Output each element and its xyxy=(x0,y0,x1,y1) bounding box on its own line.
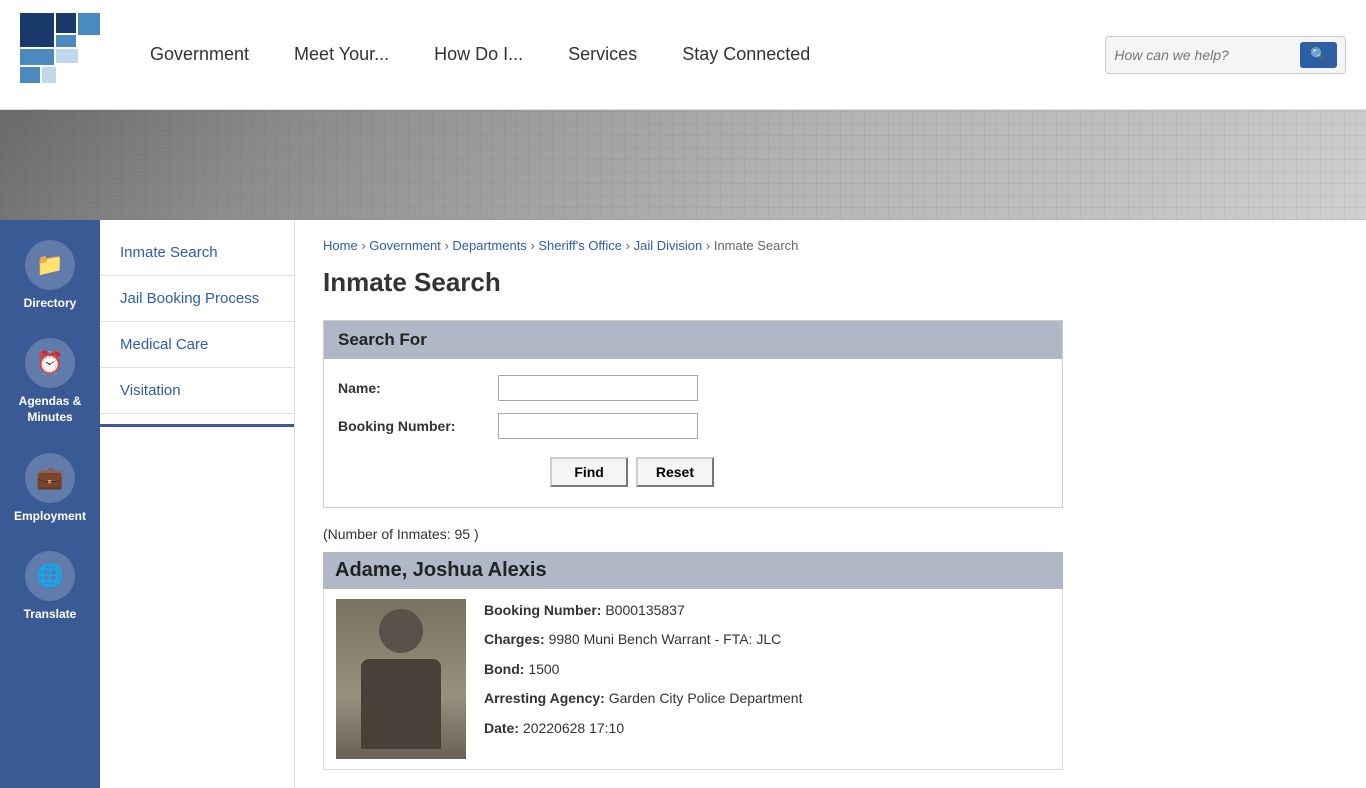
charges-label: Charges: xyxy=(484,631,545,647)
bond-label: Bond: xyxy=(484,661,524,677)
logo-svg xyxy=(20,13,100,93)
directory-icon-circle: 📁 xyxy=(25,240,75,290)
booking-input[interactable] xyxy=(498,413,698,439)
breadcrumb-sep-4: › xyxy=(626,238,634,253)
employment-label: Employment xyxy=(14,509,86,523)
header-search-input[interactable] xyxy=(1114,47,1294,63)
nav-meet-your[interactable]: Meet Your... xyxy=(294,44,389,65)
inmate-count: (Number of Inmates: 95 ) xyxy=(323,526,1338,542)
form-buttons: Find Reset xyxy=(338,451,714,491)
header: Government Meet Your... How Do I... Serv… xyxy=(0,0,1366,110)
date-row: Date: 20220628 17:10 xyxy=(484,717,1050,739)
directory-label: Directory xyxy=(24,296,77,310)
nav-services[interactable]: Services xyxy=(568,44,637,65)
nav-stay-connected[interactable]: Stay Connected xyxy=(682,44,810,65)
inmate-result: Adame, Joshua Alexis Booking Number: B00… xyxy=(323,552,1063,770)
nav-government[interactable]: Government xyxy=(150,44,249,65)
inmate-body: Booking Number: B000135837 Charges: 9980… xyxy=(323,589,1063,770)
breadcrumb-departments[interactable]: Departments xyxy=(452,238,526,253)
name-label: Name: xyxy=(338,380,498,396)
search-icon: 🔍 xyxy=(1310,47,1327,62)
inmate-details: Booking Number: B000135837 Charges: 9980… xyxy=(484,599,1050,759)
logo[interactable] xyxy=(20,13,100,96)
translate-label: Translate xyxy=(24,607,77,621)
breadcrumb-home[interactable]: Home xyxy=(323,238,358,253)
bond-value: 1500 xyxy=(528,661,559,677)
booking-number-row: Booking Number: B000135837 xyxy=(484,599,1050,621)
icon-sidebar: 📁 Directory ⏰ Agendas & Minutes 💼 Employ… xyxy=(0,220,100,788)
main-container: 📁 Directory ⏰ Agendas & Minutes 💼 Employ… xyxy=(0,220,1366,788)
breadcrumb-government[interactable]: Government xyxy=(369,238,441,253)
charges-row: Charges: 9980 Muni Bench Warrant - FTA: … xyxy=(484,628,1050,650)
breadcrumb-sep-5: › xyxy=(706,238,714,253)
find-button[interactable]: Find xyxy=(550,457,628,487)
nav-jail-booking[interactable]: Jail Booking Process xyxy=(100,276,294,322)
globe-icon: 🌐 xyxy=(36,563,63,589)
reset-button[interactable]: Reset xyxy=(636,457,714,487)
sidebar-item-directory[interactable]: 📁 Directory xyxy=(0,226,100,324)
header-search-button[interactable]: 🔍 xyxy=(1300,42,1337,68)
arresting-agency-label: Arresting Agency: xyxy=(484,690,605,706)
hero-banner xyxy=(0,110,1366,220)
agendas-label: Agendas & Minutes xyxy=(6,394,94,425)
breadcrumb-jail-division[interactable]: Jail Division xyxy=(634,238,703,253)
sidebar-item-employment[interactable]: 💼 Employment xyxy=(0,439,100,537)
breadcrumb: Home › Government › Departments › Sherif… xyxy=(323,238,1338,253)
breadcrumb-sheriffs-office[interactable]: Sheriff's Office xyxy=(538,238,622,253)
booking-number-value: B000135837 xyxy=(605,602,684,618)
agendas-icon-circle: ⏰ xyxy=(25,338,75,388)
search-form-header: Search For xyxy=(324,321,1062,359)
breadcrumb-current: Inmate Search xyxy=(714,238,799,253)
date-label: Date: xyxy=(484,720,519,736)
booking-row: Booking Number: xyxy=(338,413,1048,439)
folder-icon: 📁 xyxy=(36,252,63,278)
nav-sidebar: Inmate Search Jail Booking Process Medic… xyxy=(100,220,295,788)
content-area: Home › Government › Departments › Sherif… xyxy=(295,220,1366,788)
name-input[interactable] xyxy=(498,375,698,401)
sidebar-item-translate[interactable]: 🌐 Translate xyxy=(0,537,100,635)
arresting-agency-value: Garden City Police Department xyxy=(609,690,803,706)
clock-icon: ⏰ xyxy=(36,350,63,376)
charges-value: 9980 Muni Bench Warrant - FTA: JLC xyxy=(549,631,782,647)
sidebar-item-agendas[interactable]: ⏰ Agendas & Minutes xyxy=(0,324,100,439)
nav-visitation[interactable]: Visitation xyxy=(100,368,294,414)
main-nav: Government Meet Your... How Do I... Serv… xyxy=(150,44,1085,65)
booking-label: Booking Number: xyxy=(338,418,498,434)
nav-sidebar-divider xyxy=(100,424,294,427)
nav-medical-care[interactable]: Medical Care xyxy=(100,322,294,368)
date-value: 20220628 17:10 xyxy=(523,720,624,736)
inmate-header: Adame, Joshua Alexis xyxy=(323,552,1063,589)
search-form-body: Name: Booking Number: Find Reset xyxy=(324,359,1062,507)
booking-number-label: Booking Number: xyxy=(484,602,601,618)
translate-icon-circle: 🌐 xyxy=(25,551,75,601)
name-row: Name: xyxy=(338,375,1048,401)
header-search-box: 🔍 xyxy=(1105,36,1346,74)
nav-inmate-search[interactable]: Inmate Search xyxy=(100,230,294,276)
inmate-photo xyxy=(336,599,466,759)
search-form-container: Search For Name: Booking Number: Find Re… xyxy=(323,320,1063,508)
employment-icon-circle: 💼 xyxy=(25,453,75,503)
arresting-agency-row: Arresting Agency: Garden City Police Dep… xyxy=(484,687,1050,709)
page-title: Inmate Search xyxy=(323,267,1338,298)
nav-how-do-i[interactable]: How Do I... xyxy=(434,44,523,65)
briefcase-icon: 💼 xyxy=(36,465,63,491)
bond-row: Bond: 1500 xyxy=(484,658,1050,680)
